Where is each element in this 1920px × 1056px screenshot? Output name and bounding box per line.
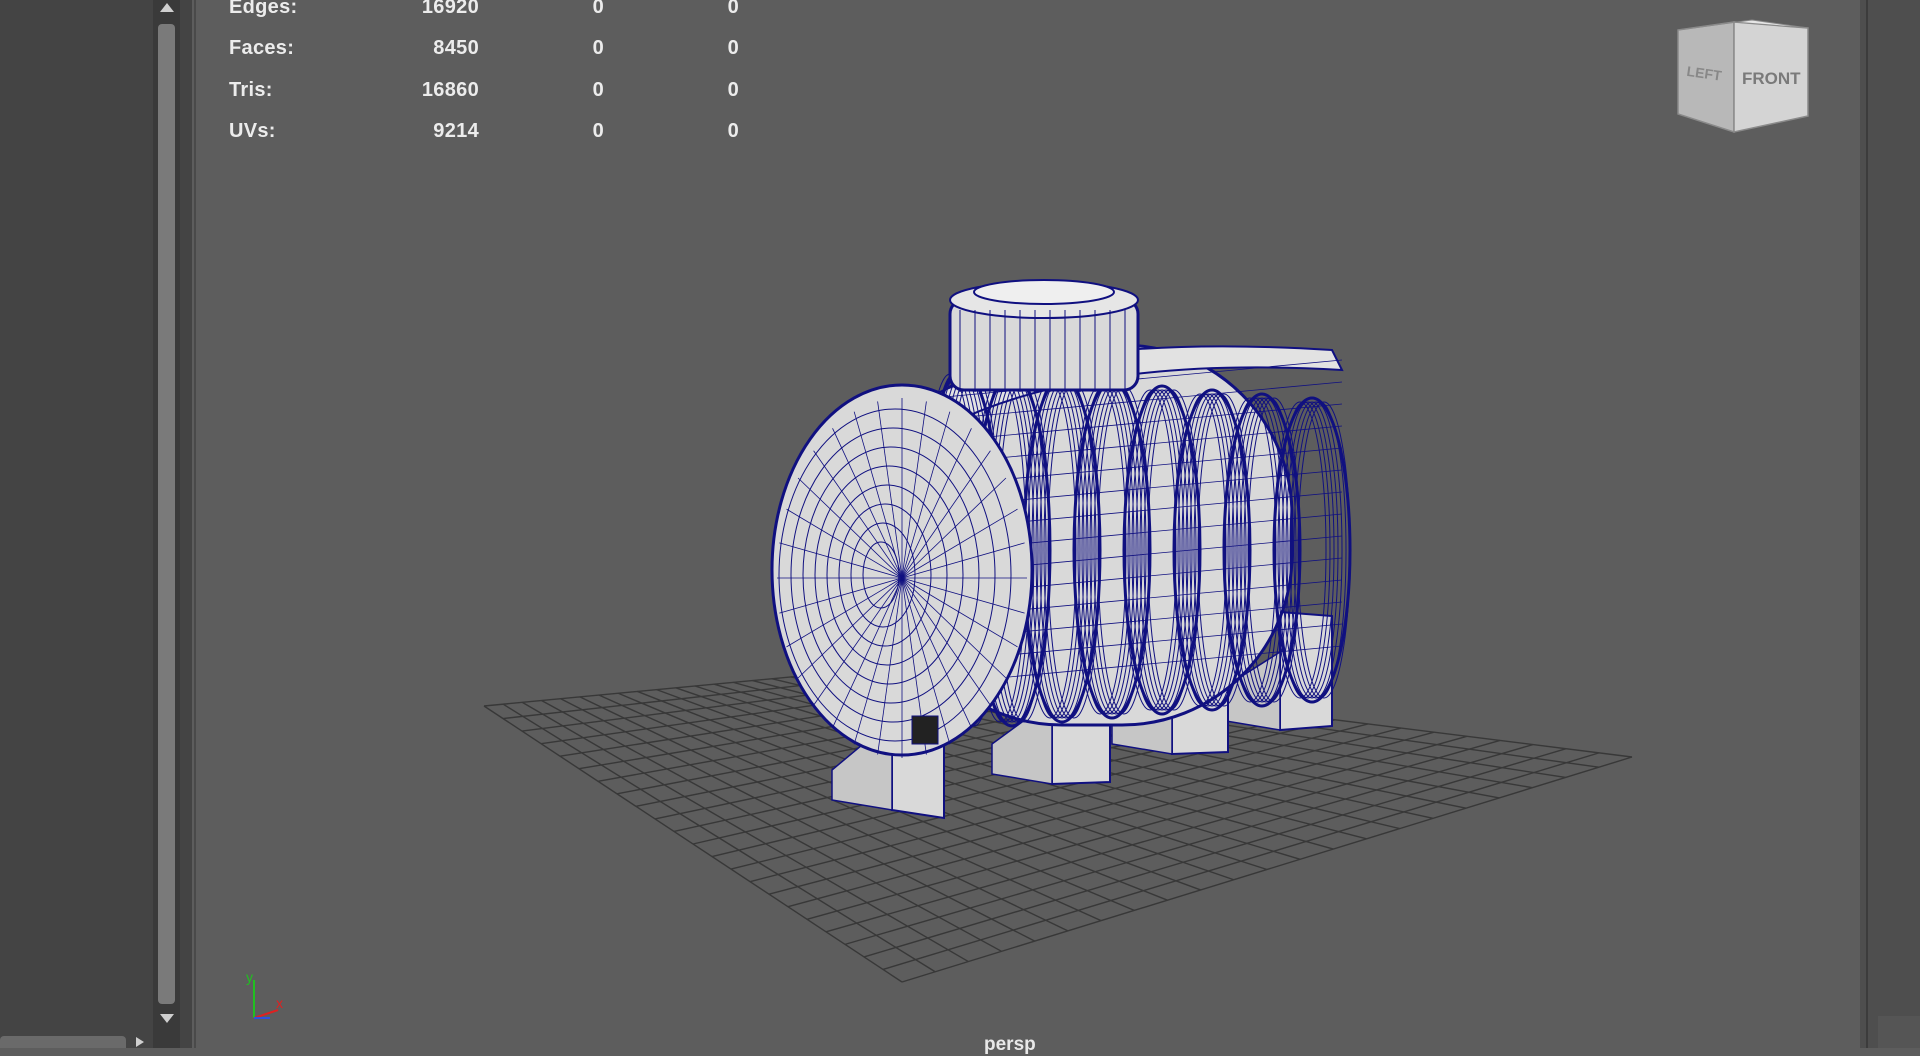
- scrollbar-thumb[interactable]: [158, 24, 175, 1004]
- camera-name-label: persp: [984, 1034, 1036, 1055]
- right-panel-tab[interactable]: [1878, 1016, 1920, 1048]
- splitter-arrow-icon[interactable]: [132, 1036, 148, 1048]
- axis-y-label: y: [246, 969, 253, 985]
- right-panel-divider: [1866, 0, 1868, 1048]
- scroll-up-arrow-icon[interactable]: [156, 0, 178, 16]
- axis-x-label: x: [276, 995, 283, 1011]
- scene-view[interactable]: [192, 0, 1860, 1048]
- panel-tab[interactable]: [0, 1036, 126, 1048]
- axis-gizmo-icon: y x: [246, 969, 283, 1019]
- scroll-down-arrow-icon[interactable]: [156, 1010, 178, 1026]
- left-panel: [0, 0, 158, 1048]
- panel-divider[interactable]: [180, 0, 192, 1048]
- right-panel-edge: [1860, 0, 1920, 1048]
